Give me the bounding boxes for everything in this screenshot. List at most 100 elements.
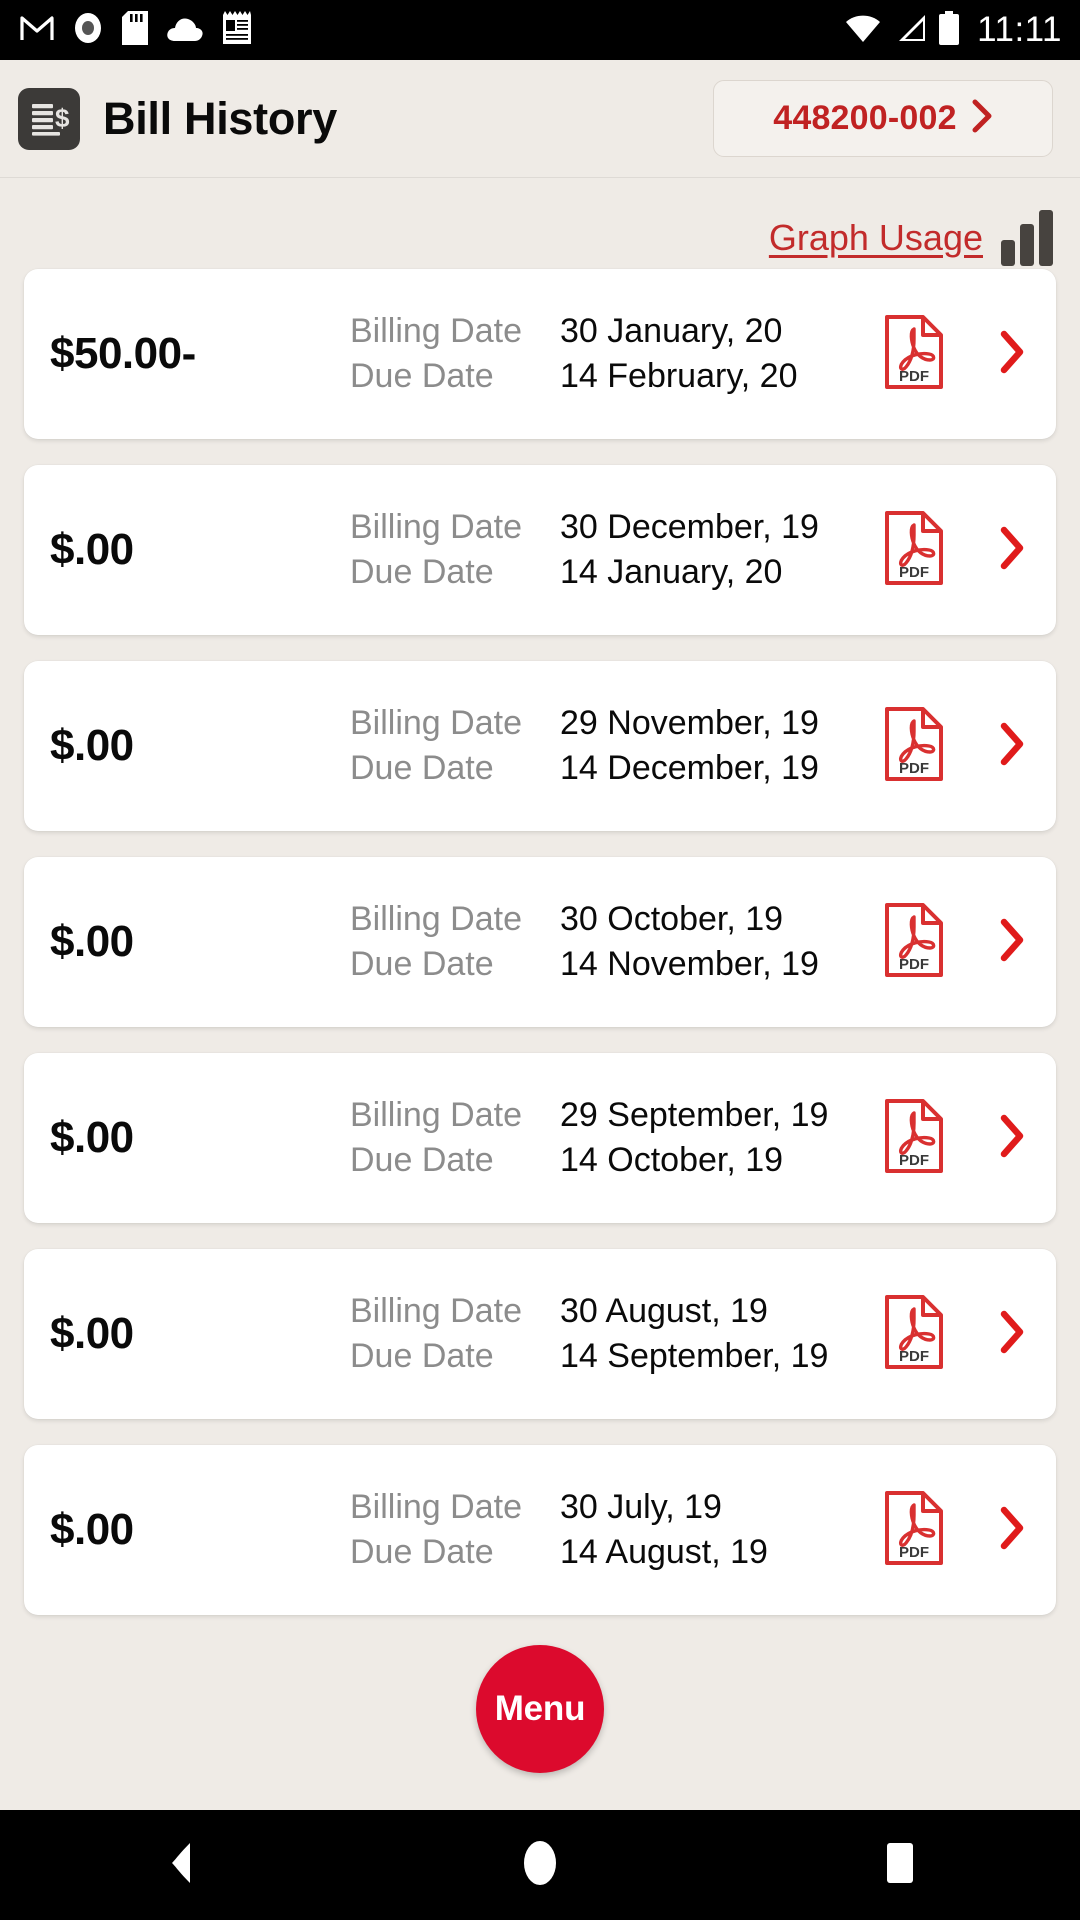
chevron-right-icon — [998, 526, 1026, 575]
pdf-download-button[interactable]: PDF — [868, 510, 960, 590]
chevron-right-icon — [998, 918, 1026, 967]
bill-amount: $.00 — [50, 721, 134, 770]
billing-date-line: Billing Date 30 October, 19 — [350, 900, 868, 939]
pdf-download-button[interactable]: PDF — [868, 314, 960, 394]
bill-dates: Billing Date 29 November, 19 Due Date 14… — [350, 704, 868, 788]
cell-signal-icon — [893, 13, 927, 48]
svg-text:PDF: PDF — [899, 564, 929, 581]
due-date-value: 14 December, 19 — [560, 749, 819, 787]
account-selector-button[interactable]: 448200-002 — [713, 80, 1053, 157]
bill-amount: $.00 — [50, 1113, 134, 1162]
due-date-line: Due Date 14 October, 19 — [350, 1141, 868, 1180]
svg-text:$: $ — [55, 103, 70, 133]
due-date-label: Due Date — [350, 1337, 494, 1375]
notepad-icon — [222, 10, 252, 50]
due-date-line: Due Date 14 September, 19 — [350, 1337, 868, 1376]
due-date-line: Due Date 14 February, 20 — [350, 357, 868, 396]
chevron-right-icon — [998, 330, 1026, 379]
bill-dates: Billing Date 30 October, 19 Due Date 14 … — [350, 900, 868, 984]
bill-detail-button[interactable] — [960, 526, 1026, 575]
menu-fab-button[interactable]: Menu — [476, 1645, 604, 1773]
pdf-file-icon: PDF — [883, 510, 945, 590]
due-date-value: 14 February, 20 — [560, 357, 798, 395]
billing-date-value: 30 August, 19 — [560, 1292, 768, 1330]
bill-detail-button[interactable] — [960, 722, 1026, 771]
svg-text:PDF: PDF — [899, 760, 929, 777]
pdf-download-button[interactable]: PDF — [868, 1490, 960, 1570]
due-date-value: 14 August, 19 — [560, 1533, 768, 1571]
svg-text:PDF: PDF — [899, 1544, 929, 1561]
battery-icon — [938, 10, 960, 50]
status-bar-right-icons: 11:11 — [844, 10, 1062, 50]
due-date-line: Due Date 14 November, 19 — [350, 945, 868, 984]
table-row[interactable]: $.00 Billing Date 30 August, 19 Due Date… — [24, 1249, 1056, 1419]
pdf-download-button[interactable]: PDF — [868, 706, 960, 786]
pdf-file-icon: PDF — [883, 1294, 945, 1374]
bar-chart-bar-1 — [1001, 240, 1015, 266]
table-row[interactable]: $.00 Billing Date 29 September, 19 Due D… — [24, 1053, 1056, 1223]
bill-detail-button[interactable] — [960, 918, 1026, 967]
pdf-download-button[interactable]: PDF — [868, 1098, 960, 1178]
billing-date-value: 29 September, 19 — [560, 1096, 829, 1134]
graph-usage-link[interactable]: Graph Usage — [769, 217, 983, 259]
billing-date-label: Billing Date — [350, 704, 522, 742]
svg-text:PDF: PDF — [899, 1348, 929, 1365]
due-date-value: 14 November, 19 — [560, 945, 819, 983]
back-triangle-icon — [158, 1839, 202, 1892]
billing-date-line: Billing Date 30 July, 19 — [350, 1488, 868, 1527]
billing-date-label: Billing Date — [350, 900, 522, 938]
page-title: Bill History — [103, 92, 337, 144]
table-row[interactable]: $.00 Billing Date 30 October, 19 Due Dat… — [24, 857, 1056, 1027]
chevron-right-icon — [998, 1506, 1026, 1555]
wifi-icon — [844, 13, 882, 48]
bill-amount: $50.00- — [50, 329, 196, 378]
due-date-value: 14 January, 20 — [560, 553, 783, 591]
table-row[interactable]: $.00 Billing Date 29 November, 19 Due Da… — [24, 661, 1056, 831]
pdf-file-icon: PDF — [883, 902, 945, 982]
android-nav-bar — [0, 1810, 1080, 1920]
pdf-file-icon: PDF — [883, 1098, 945, 1178]
bill-dates: Billing Date 30 August, 19 Due Date 14 S… — [350, 1292, 868, 1376]
chevron-right-icon — [998, 722, 1026, 771]
due-date-line: Due Date 14 August, 19 — [350, 1533, 868, 1572]
home-button[interactable] — [465, 1810, 615, 1920]
svg-text:PDF: PDF — [899, 1152, 929, 1169]
billing-date-line: Billing Date 29 November, 19 — [350, 704, 868, 743]
pdf-file-icon: PDF — [883, 314, 945, 394]
svg-text:PDF: PDF — [899, 368, 929, 385]
app-header: $ Bill History 448200-002 — [0, 60, 1080, 177]
bill-dates: Billing Date 30 July, 19 Due Date 14 Aug… — [350, 1488, 868, 1572]
bill-amount: $.00 — [50, 1309, 134, 1358]
recents-square-icon — [879, 1839, 921, 1892]
due-date-line: Due Date 14 December, 19 — [350, 749, 868, 788]
bar-chart-icon[interactable] — [1001, 210, 1053, 266]
bill-detail-button[interactable] — [960, 1114, 1026, 1163]
table-row[interactable]: $50.00- Billing Date 30 January, 20 Due … — [24, 269, 1056, 439]
sd-card-icon — [122, 10, 148, 50]
status-bar-left-icons — [20, 10, 252, 50]
table-row[interactable]: $.00 Billing Date 30 December, 19 Due Da… — [24, 465, 1056, 635]
billing-date-value: 30 January, 20 — [560, 312, 783, 350]
bill-detail-button[interactable] — [960, 1506, 1026, 1555]
bill-detail-button[interactable] — [960, 1310, 1026, 1359]
billing-date-value: 30 October, 19 — [560, 900, 784, 938]
due-date-label: Due Date — [350, 357, 494, 395]
billing-date-line: Billing Date 29 September, 19 — [350, 1096, 868, 1135]
back-button[interactable] — [105, 1810, 255, 1920]
pdf-file-icon: PDF — [883, 706, 945, 786]
header-title-group: $ Bill History — [18, 87, 337, 150]
pdf-download-button[interactable]: PDF — [868, 1294, 960, 1374]
bill-dates: Billing Date 30 January, 20 Due Date 14 … — [350, 312, 868, 396]
record-icon — [72, 12, 104, 49]
bill-detail-button[interactable] — [960, 330, 1026, 379]
recents-button[interactable] — [825, 1810, 975, 1920]
cloud-icon — [166, 14, 204, 47]
billing-date-value: 30 July, 19 — [560, 1488, 722, 1526]
bar-chart-bar-2 — [1020, 224, 1034, 266]
pdf-download-button[interactable]: PDF — [868, 902, 960, 982]
graph-usage-row: Graph Usage — [0, 177, 1080, 269]
table-row[interactable]: $.00 Billing Date 30 July, 19 Due Date 1… — [24, 1445, 1056, 1615]
billing-date-line: Billing Date 30 January, 20 — [350, 312, 868, 351]
due-date-label: Due Date — [350, 1141, 494, 1179]
svg-text:PDF: PDF — [899, 956, 929, 973]
